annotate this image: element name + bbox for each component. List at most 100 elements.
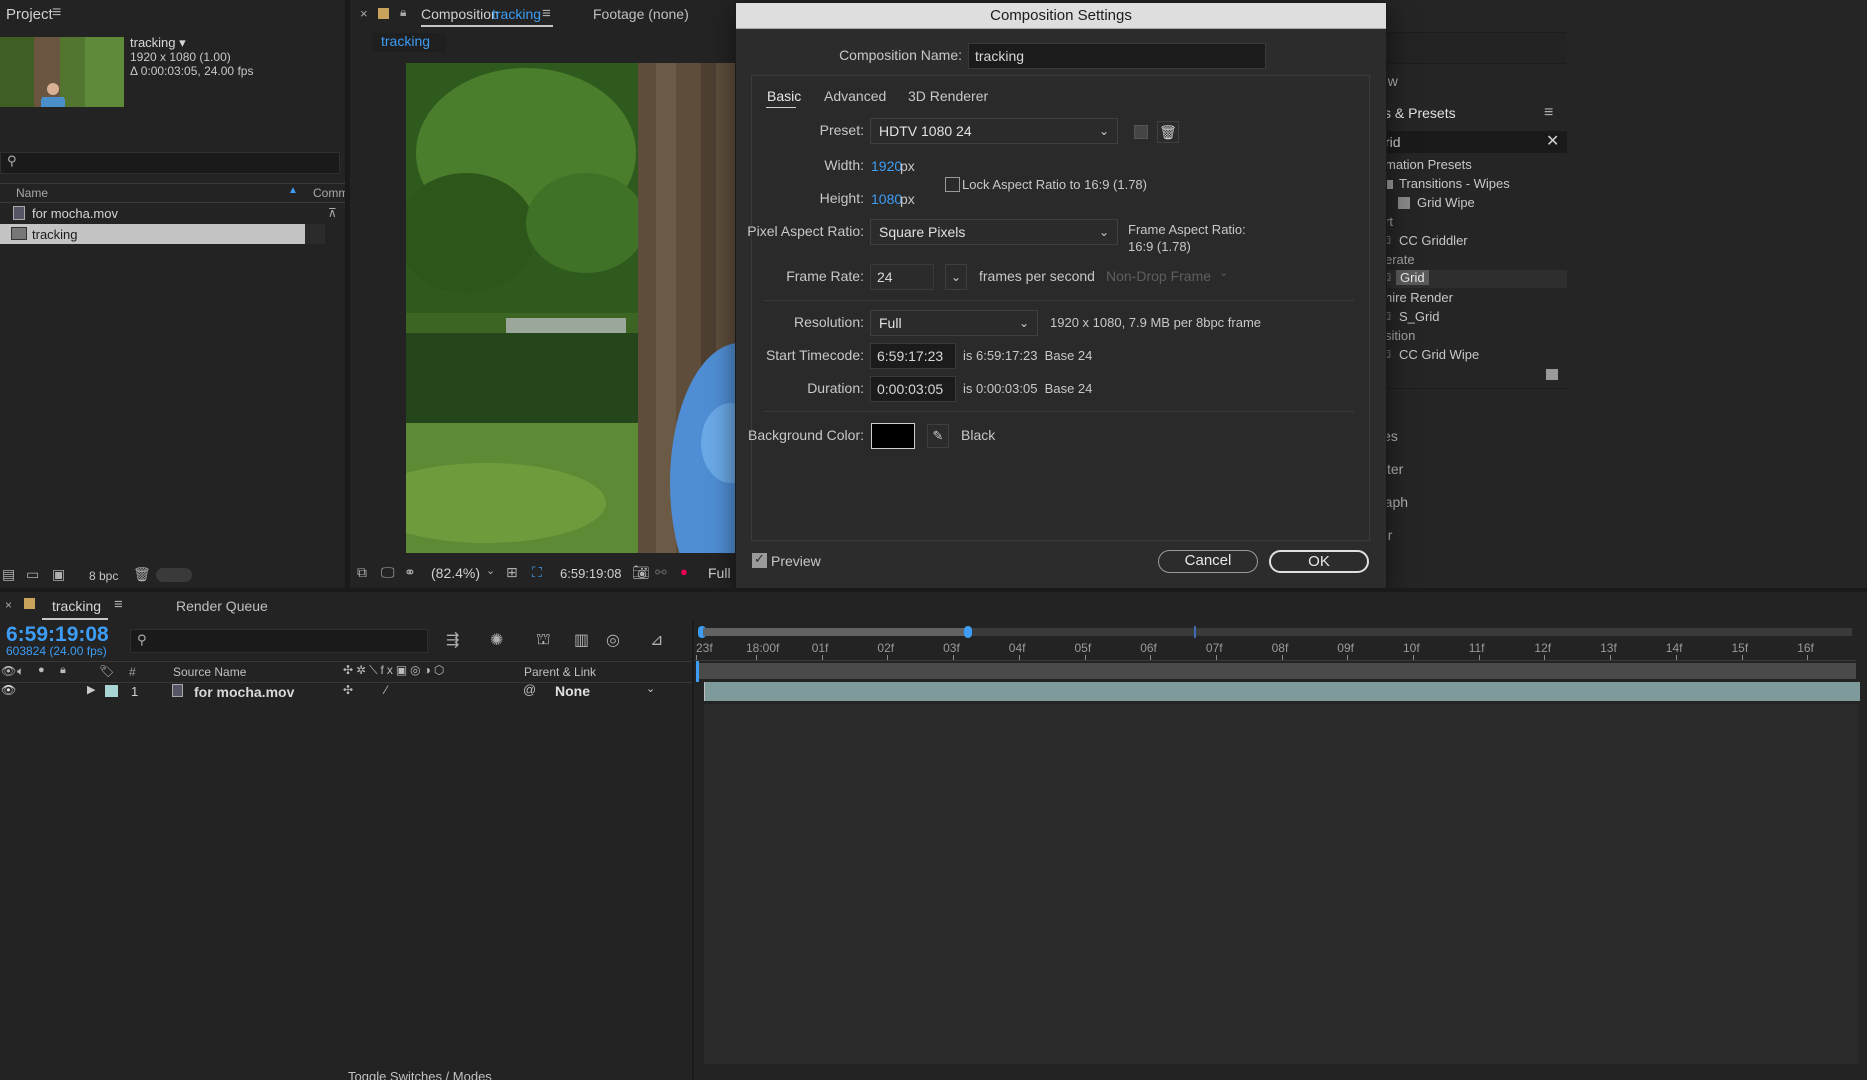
audio-toggle-icon[interactable]: 🔈︎ [17,664,24,679]
dialog-titlebar[interactable]: Composition Settings [736,3,1386,29]
render-queue-tab[interactable]: Render Queue [176,598,268,614]
ok-button[interactable]: OK [1269,550,1369,573]
effects-panel-title[interactable]: s & Presets [1384,105,1456,121]
tab-menu-icon[interactable]: ≡ [114,596,123,613]
project-scroll-track[interactable] [305,224,325,244]
quality-switch-icon[interactable]: ⁄ [385,683,387,697]
composition-mini-flowchart-icon[interactable]: ⇶ [446,630,459,650]
height-value[interactable]: 1080 [871,191,902,207]
color-channels-icon[interactable]: ● [680,564,688,579]
delete-preset-icon[interactable]: 🗑 [1157,121,1179,143]
label-tag-icon[interactable]: 🏷︎ [99,664,114,678]
pickwhip-icon[interactable]: @ [523,682,536,697]
clear-search-icon[interactable]: ✕ [1546,131,1559,151]
project-item-footage[interactable]: for mocha.mov [0,204,325,223]
tree-item[interactable]: mation Presets [1385,157,1472,172]
frame-rate-dropdown[interactable]: ⌄ [945,264,967,290]
layer-duration-bar[interactable] [704,682,1860,701]
parent-link-header[interactable]: Parent & Link [524,665,596,679]
tab-3d-renderer[interactable]: 3D Renderer [908,88,988,104]
project-panel-title[interactable]: Project [6,6,53,23]
close-tab-icon[interactable]: × [5,598,12,612]
tab-menu-icon[interactable]: ≡ [542,5,551,22]
navigator-range[interactable] [703,628,968,636]
display-icon[interactable]: 🖵 [381,564,395,581]
start-timecode-input[interactable]: 6:59:17:23 [870,343,956,369]
panel-menu-icon[interactable]: ≡ [52,4,61,22]
tab-basic[interactable]: Basic [767,88,801,104]
chevron-down-icon[interactable]: ⌄ [486,564,495,577]
parent-dropdown[interactable]: None [555,683,590,699]
graph-editor-icon[interactable]: ⊿ [650,630,663,650]
zoom-dropdown[interactable]: (82.4%) [431,565,480,581]
resolution-dropdown[interactable]: Full [708,565,731,581]
tree-item[interactable]: Grid Wipe [1417,195,1475,210]
work-area-bar[interactable] [696,663,1856,679]
lock-aspect-checkbox[interactable] [945,177,960,192]
tree-item[interactable]: CC Griddler [1399,233,1468,248]
toggle-switches-modes[interactable]: Toggle Switches / Modes [348,1070,492,1080]
comp-info-name[interactable]: tracking ▾ [130,35,186,51]
time-navigator[interactable] [698,626,1852,638]
footage-tab[interactable]: Footage (none) [593,6,689,22]
interpret-footage-icon[interactable]: ▤ [2,566,15,583]
duration-input[interactable]: 0:00:03:05 [870,376,956,402]
tree-item[interactable]: CC Grid Wipe [1399,347,1479,362]
thumbnail-size-slider[interactable] [156,568,192,582]
new-composition-icon[interactable]: ▣ [52,566,65,583]
tree-item-selected[interactable]: Grid [1396,270,1429,285]
cancel-button[interactable]: Cancel [1158,550,1258,573]
video-toggle-icon[interactable]: 👁︎ [1,664,16,678]
new-folder-icon[interactable]: ▭ [26,566,39,583]
flowchart-icon[interactable]: ⊼ [328,206,337,220]
tab-advanced[interactable]: Advanced [824,88,886,104]
fit-icon[interactable]: ⊞ [506,564,518,581]
composition-viewport[interactable] [406,63,740,553]
trash-icon[interactable]: 🗑 [133,566,151,583]
save-preset-icon[interactable] [1134,125,1148,139]
expand-layer-icon[interactable]: ▶ [87,683,95,696]
frame-rate-input[interactable]: 24 [870,264,934,290]
solo-icon[interactable]: ● [38,664,45,676]
comp-navigator-chip[interactable]: tracking [372,33,446,52]
time-ruler[interactable]: 23f 18:00f 01f 02f 03f 04f 05f 06f 07f 08f 09f 10f 1… [694,638,1856,661]
tree-item[interactable]: S_Grid [1399,309,1439,324]
tree-item[interactable]: Transitions - Wipes [1399,176,1510,191]
video-visibility-icon[interactable]: 👁︎ [1,683,16,697]
always-preview-icon[interactable]: ⧉ [357,564,367,581]
layer-row[interactable]: 👁︎ ▶ 1 for mocha.mov ✣ ⁄ @ None ⌄ [0,681,692,701]
shy-layers-icon[interactable]: ⛫ [536,630,551,650]
comp-name-input[interactable]: tracking [968,43,1266,69]
show-snapshot-icon[interactable]: ⚯ [655,564,667,581]
tree-item[interactable]: sition [1385,328,1415,343]
project-item-comp[interactable]: tracking [0,224,305,244]
current-time-indicator[interactable] [696,661,699,682]
chevron-down-icon[interactable]: ⌄ [646,682,655,695]
timeline-search-input[interactable]: ⚲ [130,629,428,653]
lock-icon[interactable]: 🔒︎ [400,5,406,20]
project-search-input[interactable]: ⚲ [0,152,340,174]
panel-menu-icon[interactable]: ≡ [1544,104,1553,122]
preset-dropdown[interactable]: HDTV 1080 24 ⌄ [870,118,1118,144]
timeline-tab[interactable]: tracking [52,598,101,614]
composition-tab-name[interactable]: tracking [492,6,541,22]
width-value[interactable]: 1920 [871,158,902,174]
close-tab-icon[interactable]: × [360,6,368,21]
camera-icon[interactable]: 📷︎ [632,564,650,581]
resolution-dropdown[interactable]: Full ⌄ [870,310,1038,336]
draft-3d-icon[interactable]: ✺ [490,630,503,650]
timeline-divider[interactable] [692,620,694,1080]
composition-tab-prefix[interactable]: Composition [421,6,499,22]
viewer-timecode[interactable]: 6:59:19:08 [560,566,621,581]
frame-blending-icon[interactable]: ▥ [574,630,589,650]
column-name[interactable]: Name [16,186,48,200]
motion-blur-icon[interactable]: ◎ [606,630,620,650]
background-color-swatch[interactable] [871,423,915,449]
column-comment[interactable]: Comm [313,186,348,200]
sort-ascending-icon[interactable]: ▲ [288,185,298,196]
preview-checkbox[interactable]: ✓ [752,551,767,568]
pixel-aspect-dropdown[interactable]: Square Pixels ⌄ [870,219,1118,245]
shy-switch-icon[interactable]: ✣ [343,683,353,697]
region-of-interest-icon[interactable]: ⛶ [532,564,542,581]
tree-item[interactable]: erate [1385,252,1415,267]
